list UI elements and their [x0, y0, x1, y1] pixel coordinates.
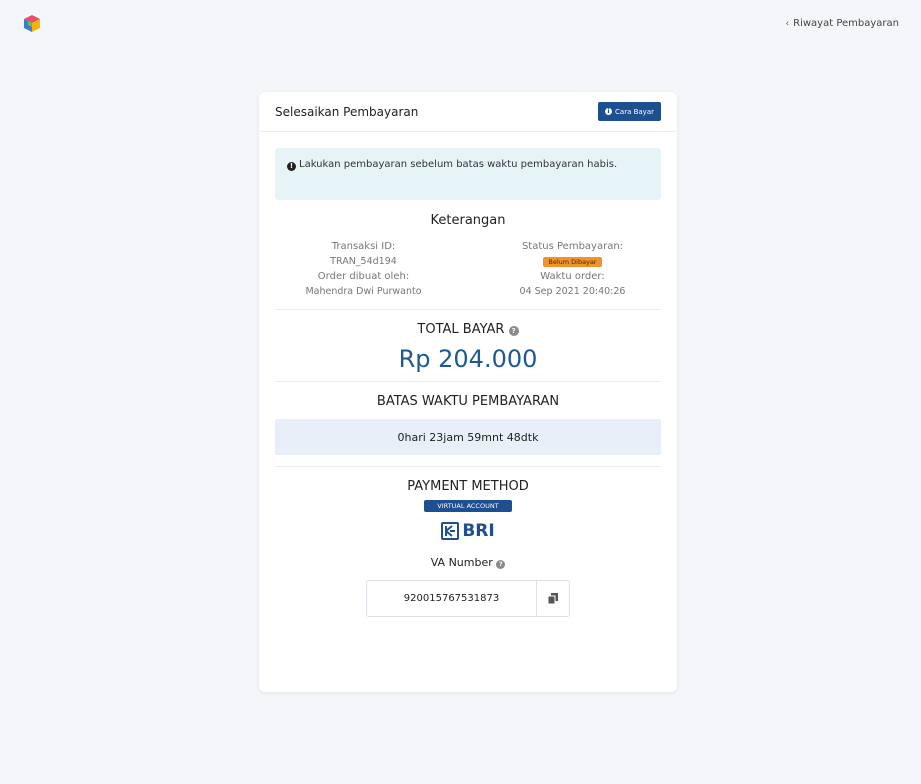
payment-deadline-alert: ! Lakukan pembayaran sebelum batas waktu … — [275, 148, 661, 200]
payment-history-label: Riwayat Pembayaran — [793, 18, 899, 29]
card-title: Selesaikan Pembayaran — [275, 104, 419, 119]
question-icon[interactable]: ? — [496, 560, 506, 569]
countdown-box: 0hari 23jam 59mnt 48dtk — [275, 419, 661, 455]
divider — [275, 309, 661, 310]
payment-card: Selesaikan Pembayaran i Cara Bayar ! Laku… — [259, 92, 677, 692]
va-number-value[interactable]: 920015767531873 — [367, 581, 537, 616]
bank-logo: BRI — [259, 520, 677, 542]
copy-button[interactable] — [537, 581, 569, 616]
question-icon[interactable]: ? — [508, 326, 519, 336]
total-amount: Rp 204.000 — [398, 345, 538, 373]
chevron-left-icon: ‹ — [785, 19, 790, 29]
payment-status-label: Status Pembayaran: — [521, 241, 624, 252]
va-number-label: VA Number — [430, 556, 493, 569]
created-by-label: Order dibuat oleh: — [317, 271, 410, 282]
transaction-details: Transaksi ID: Status Pembayaran: TRAN_54… — [259, 241, 677, 297]
total-title: TOTAL BAYAR ? — [259, 322, 677, 337]
total-title-label: TOTAL BAYAR — [417, 322, 505, 337]
app-logo[interactable] — [22, 14, 42, 34]
transaction-id-label: Transaksi ID: — [331, 241, 396, 252]
info-icon: i — [605, 108, 613, 115]
countdown-timer: 0hari 23jam 59mnt 48dtk — [397, 430, 539, 444]
payment-history-link[interactable]: ‹ Riwayat Pembayaran — [786, 18, 899, 29]
order-time-label: Waktu order: — [540, 271, 605, 282]
transaction-id-value: TRAN_54d194 — [330, 256, 397, 267]
alert-text: Lakukan pembayaran sebelum batas waktu p… — [299, 159, 618, 170]
order-time-value: 04 Sep 2021 20:40:26 — [519, 286, 626, 297]
info-icon: ! — [287, 162, 296, 171]
card-header: Selesaikan Pembayaran i Cara Bayar — [259, 92, 677, 132]
bank-name: BRI — [462, 521, 495, 541]
va-number-field: 920015767531873 — [366, 580, 570, 617]
details-title: Keterangan — [430, 213, 506, 228]
how-to-pay-label: Cara Bayar — [615, 107, 654, 116]
created-by-value: Mahendra Dwi Purwanto — [305, 286, 422, 297]
copy-icon — [548, 593, 558, 604]
divider — [275, 466, 661, 467]
va-number-heading: VA Number ? — [259, 556, 677, 569]
bri-logo-icon — [441, 522, 460, 540]
payment-method-title: PAYMENT METHOD — [407, 479, 529, 494]
virtual-account-badge: VIRTUAL ACCOUNT — [424, 500, 512, 512]
deadline-title: BATAS WAKTU PEMBAYARAN — [376, 394, 560, 409]
divider — [275, 381, 661, 382]
how-to-pay-button[interactable]: i Cara Bayar — [598, 102, 661, 121]
status-badge: Belum Dibayar — [543, 257, 602, 267]
